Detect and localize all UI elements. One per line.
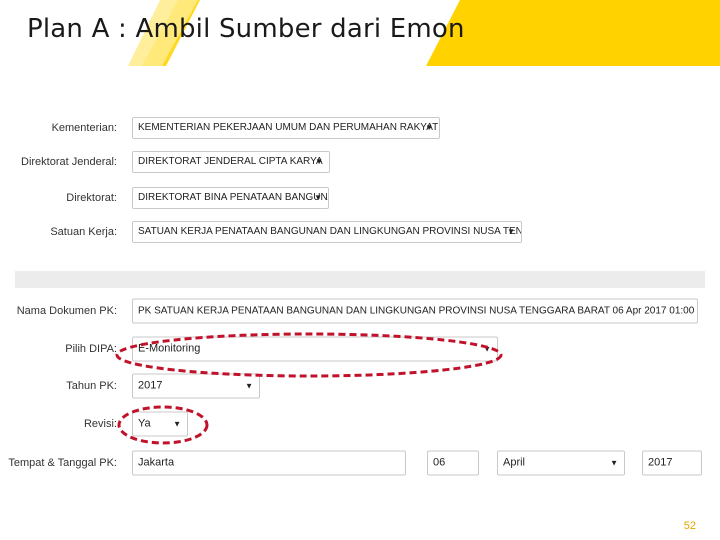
tanggal-value: 06 — [433, 456, 446, 469]
section-separator — [15, 271, 705, 288]
direktorat-jenderal-select[interactable]: DIREKTORAT JENDERAL CIPTA KARYA ▼ — [132, 151, 330, 173]
tahun-field[interactable]: 2017 — [642, 450, 702, 476]
chevron-down-icon: ▼ — [425, 123, 433, 132]
organization-form-panel: Kementerian: KEMENTERIAN PEKERJAAN UMUM … — [15, 103, 705, 271]
title-banner: Plan A : Ambil Sumber dari Emon — [0, 0, 720, 66]
kementerian-label: Kementerian: — [51, 122, 117, 134]
direktorat-select[interactable]: DIREKTORAT BINA PENATAAN BANGUNAN ▼ — [132, 187, 329, 209]
satuan-kerja-label: Satuan Kerja: — [50, 226, 117, 238]
chevron-down-icon: ▼ — [507, 227, 515, 236]
tempat-field[interactable]: Jakarta — [132, 450, 406, 476]
nama-dokumen-value: PK SATUAN KERJA PENATAAN BANGUNAN DAN LI… — [138, 305, 698, 317]
direktorat-label: Direktorat: — [66, 192, 117, 204]
pilih-dipa-label: Pilih DIPA: — [65, 343, 117, 355]
tempat-tanggal-label: Tempat & Tanggal PK: — [8, 457, 117, 469]
slide-title: Plan A : Ambil Sumber dari Emon — [27, 14, 465, 44]
bulan-value: April — [503, 456, 526, 469]
tahun-value: 2017 — [648, 456, 673, 469]
tahun-pk-label: Tahun PK: — [66, 380, 117, 392]
direktorat-jenderal-row: Direktorat Jenderal: DIREKTORAT JENDERAL… — [15, 148, 705, 176]
kementerian-value: KEMENTERIAN PEKERJAAN UMUM DAN PERUMAHAN… — [138, 122, 439, 133]
nama-dokumen-label: Nama Dokumen PK: — [16, 305, 117, 317]
tempat-tanggal-row: Tempat & Tanggal PK: Jakarta 06 April ▼ … — [8, 449, 705, 477]
satuan-kerja-value: SATUAN KERJA PENATAAN BANGUNAN DAN LINGK… — [138, 226, 521, 237]
document-form-panel: Nama Dokumen PK: PK SATUAN KERJA PENATAA… — [8, 288, 705, 484]
direktorat-row: Direktorat: DIREKTORAT BINA PENATAAN BAN… — [15, 184, 705, 212]
nama-dokumen-field[interactable]: PK SATUAN KERJA PENATAAN BANGUNAN DAN LI… — [132, 298, 698, 324]
satuan-kerja-select[interactable]: SATUAN KERJA PENATAAN BANGUNAN DAN LINGK… — [132, 221, 522, 243]
chevron-down-icon: ▼ — [610, 458, 618, 468]
tempat-value: Jakarta — [138, 456, 175, 469]
bulan-select[interactable]: April ▼ — [497, 450, 625, 476]
revisi-highlight-oval — [117, 405, 209, 445]
direktorat-value: DIREKTORAT BINA PENATAAN BANGUNAN — [138, 192, 329, 203]
nama-dokumen-row: Nama Dokumen PK: PK SATUAN KERJA PENATAA… — [15, 297, 705, 325]
tanggal-field[interactable]: 06 — [427, 450, 479, 476]
kementerian-select[interactable]: KEMENTERIAN PEKERJAAN UMUM DAN PERUMAHAN… — [132, 117, 440, 139]
direktorat-jenderal-label: Direktorat Jenderal: — [21, 156, 117, 168]
dipa-highlight-oval — [115, 332, 503, 378]
kementerian-row: Kementerian: KEMENTERIAN PEKERJAAN UMUM … — [15, 114, 705, 142]
page-number: 52 — [683, 520, 696, 532]
direktorat-jenderal-value: DIREKTORAT JENDERAL CIPTA KARYA — [138, 156, 323, 167]
chevron-down-icon: ▼ — [315, 157, 323, 166]
satuan-kerja-row: Satuan Kerja: SATUAN KERJA PENATAAN BANG… — [15, 218, 705, 246]
revisi-label: Revisi: — [83, 418, 117, 430]
chevron-down-icon: ▼ — [314, 193, 322, 202]
